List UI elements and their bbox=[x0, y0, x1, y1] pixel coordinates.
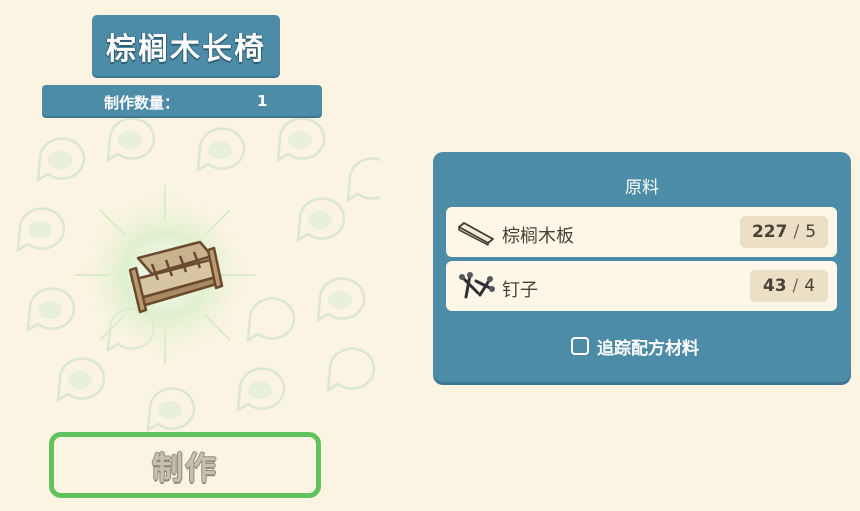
quantity-value[interactable]: 1 bbox=[257, 92, 267, 110]
material-count: 227 / 5 bbox=[740, 216, 828, 248]
material-separator: / bbox=[792, 276, 799, 296]
nails-icon bbox=[459, 272, 495, 299]
material-separator: / bbox=[793, 222, 800, 242]
recipe-detail: 棕榈木长椅 制作数量： 1 制作 bbox=[0, 0, 380, 511]
quantity-label: 制作数量： bbox=[104, 94, 180, 112]
materials-panel-title: 原料 bbox=[625, 178, 659, 198]
track-materials-toggle[interactable]: 追踪配方材料 bbox=[571, 335, 699, 359]
material-name: 钉子 bbox=[502, 280, 538, 301]
track-materials-label: 追踪配方材料 bbox=[597, 338, 699, 359]
wooden-bench-icon bbox=[73, 183, 257, 367]
palm-plank-icon bbox=[458, 222, 494, 246]
track-materials-checkbox[interactable] bbox=[571, 337, 589, 355]
craft-button[interactable]: 制作 bbox=[49, 432, 321, 498]
craft-button-label: 制作 bbox=[152, 450, 218, 487]
material-row-nails: 钉子 43 / 4 bbox=[446, 261, 837, 311]
material-need: 4 bbox=[804, 276, 816, 296]
material-have: 43 bbox=[762, 276, 787, 296]
material-row-palm-plank: 棕榈木板 227 / 5 bbox=[446, 207, 837, 257]
material-count: 43 / 4 bbox=[750, 270, 828, 302]
materials-panel: 原料 棕榈木板 227 / 5 钉子 43 / 4 追踪配方材料 bbox=[433, 152, 851, 382]
material-have: 227 bbox=[751, 222, 788, 242]
recipe-title: 棕榈木长椅 bbox=[106, 31, 266, 67]
quantity-bar: 制作数量： 1 bbox=[42, 85, 322, 116]
recipe-title-box: 棕榈木长椅 bbox=[92, 15, 280, 76]
material-need: 5 bbox=[805, 222, 817, 242]
material-name: 棕榈木板 bbox=[502, 226, 574, 247]
